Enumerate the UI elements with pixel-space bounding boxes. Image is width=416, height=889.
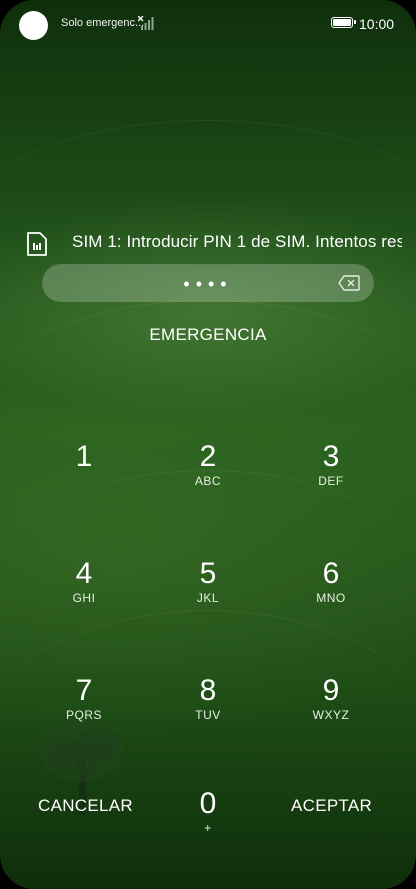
lock-screen: Solo emergenc... 10:00 SIM 1: Introducir… (0, 0, 416, 889)
carrier-label: Solo emergenc... (61, 17, 145, 29)
keypad-key-9[interactable]: 9 WXYZ (271, 674, 391, 754)
status-bar: Solo emergenc... 10:00 (0, 0, 416, 48)
no-signal-icon (138, 16, 154, 30)
key-digit: 1 (75, 440, 93, 473)
key-digit: 2 (199, 440, 217, 473)
key-digit: 9 (322, 674, 340, 707)
cancel-button[interactable]: CANCELAR (38, 796, 133, 816)
status-time: 10:00 (359, 16, 395, 32)
keypad-key-7[interactable]: 7 PQRS (24, 674, 144, 754)
keypad-key-1[interactable]: 1 (24, 440, 144, 520)
sim-card-icon (27, 232, 47, 256)
keypad-key-4[interactable]: 4 GHI (24, 557, 144, 637)
key-letters: GHI (72, 591, 96, 605)
key-digit: 6 (322, 557, 340, 590)
battery-full-icon (331, 17, 356, 28)
sim-pin-prompt: SIM 1: Introducir PIN 1 de SIM. Intentos… (0, 228, 416, 258)
key-digit: 5 (199, 557, 217, 590)
backspace-icon[interactable] (338, 275, 360, 291)
camera-cutout-icon (19, 11, 48, 40)
pin-masked-value: •••• (183, 274, 233, 294)
keypad-key-2[interactable]: 2 ABC (148, 440, 268, 520)
key-letters: + (204, 821, 212, 835)
keypad-key-8[interactable]: 8 TUV (148, 674, 268, 754)
key-letters: JKL (196, 591, 220, 605)
keypad-key-6[interactable]: 6 MNO (271, 557, 391, 637)
key-digit: 7 (75, 674, 93, 707)
key-digit: 4 (75, 557, 93, 590)
key-letters: DEF (318, 474, 344, 488)
key-letters: MNO (316, 591, 346, 605)
sim-prompt-text: SIM 1: Introducir PIN 1 de SIM. Intentos… (72, 232, 402, 251)
pin-input[interactable]: •••• (42, 264, 374, 302)
keypad-key-0[interactable]: 0 + (148, 787, 268, 867)
key-letters: PQRS (65, 708, 102, 722)
key-letters: WXYZ (312, 708, 350, 722)
key-digit: 0 (199, 787, 217, 820)
accept-button[interactable]: ACEPTAR (291, 796, 372, 816)
key-letters: TUV (195, 708, 221, 722)
key-digit: 3 (322, 440, 340, 473)
keypad-key-5[interactable]: 5 JKL (148, 557, 268, 637)
emergency-call-button[interactable]: EMERGENCIA (100, 325, 316, 345)
keypad-key-3[interactable]: 3 DEF (271, 440, 391, 520)
key-digit: 8 (199, 674, 217, 707)
key-letters: ABC (194, 474, 222, 488)
